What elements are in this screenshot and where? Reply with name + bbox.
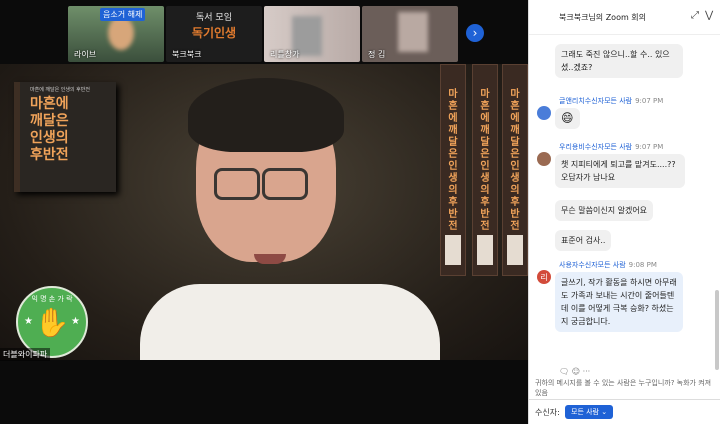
speaker-shirt [140, 284, 440, 360]
reaction-icons[interactable]: 🗨 ☺ ··· [559, 367, 590, 376]
zoom-video-area: 음소거 해제 라이브 독서 모임 독기인생 북크북크 리틀창가 정 김 › 마흔… [0, 0, 528, 424]
speaker-mouth [254, 254, 286, 264]
chat-message: 그래도 죽진 않으니..할 수.. 있으셨..겠죠? [555, 44, 683, 78]
next-page-button[interactable]: › [466, 24, 484, 42]
message-meta: 글앤리치수신자모든 사람 9:07 PM [559, 96, 663, 106]
book-spine-text: 마흔에 깨달은 인생의 후반전 [448, 89, 458, 232]
unmute-badge[interactable]: 음소거 해제 [100, 8, 146, 21]
recipient-select[interactable]: 모든 사람 ⌄ [565, 405, 614, 419]
message-time: 9:08 PM [628, 261, 657, 269]
to-label: 수신자 [584, 97, 605, 105]
audience-link[interactable]: 모든 사람 [604, 97, 632, 105]
sender-name: 글앤리치 [559, 97, 585, 105]
recipient-label: 수신자: [535, 408, 560, 417]
book-spine: 마흔에 깨달은 인생의 후반전 [440, 64, 466, 276]
message-meta: 사용자수신자모든 사람 9:08 PM [559, 260, 657, 270]
visibility-notice: 귀하의 메시지를 볼 수 있는 사람은 누구입니까? 녹화가 켜져 있음 [535, 379, 712, 397]
sender-name: 우리용비 [559, 143, 585, 151]
avatar: 리 [537, 270, 551, 284]
audience-link[interactable]: 모든 사람 [604, 143, 632, 151]
thumbnail-strip: 음소거 해제 라이브 독서 모임 독기인생 북크북크 리틀창가 정 김 [68, 6, 460, 62]
thumbnail-name: 정 김 [368, 50, 386, 59]
thumbnail-name: 리틀창가 [270, 50, 300, 59]
chat-message: 표준어 검사.. [555, 230, 612, 251]
star-icon: ★ [71, 316, 80, 327]
chat-message: 글쓰기, 작가 활동을 하시면 아무래도 가족과 보내는 시간이 줄어들텐데 이… [555, 272, 683, 332]
thumbnail-2[interactable]: 독서 모임 독기인생 북크북크 [166, 6, 262, 62]
thumbnail-text-2: 독기인생 [191, 26, 237, 40]
glasses-left [214, 168, 260, 200]
book-title-line: 후반전 [30, 147, 69, 163]
book-spine-text: 마흔에 깨달은 인생의 후반전 [510, 89, 520, 232]
chat-messages: 그래도 죽진 않으니..할 수.. 있으셨..겠죠? 글앤리치수신자모든 사람 9… [529, 34, 720, 370]
book-spine-text: 마흔에 깨달은 인생의 후반전 [480, 89, 490, 232]
book-title: 마흔에 깨달은 인생의 후반전 [30, 96, 112, 164]
glasses-right [262, 168, 308, 200]
speaker-name-label: 더블와이파파 [0, 348, 51, 361]
star-icon: ★ [24, 316, 33, 327]
to-label: 수신자 [584, 143, 605, 151]
book-spine: 마흔에 깨달은 인생의 후반전 [502, 64, 528, 276]
thumbnail-name: 북크북크 [172, 50, 202, 59]
chat-message: 무슨 말씀이신지 알겠어요 [555, 200, 654, 221]
chat-message: 챗 지피티에게 퇴고를 맡겨도....?? 오답자가 남나요 [555, 154, 685, 188]
chat-title: 북크북크님의 Zoom 회의 [559, 13, 647, 22]
message-meta: 우리용비수신자모든 사람 9:07 PM [559, 142, 663, 152]
chat-panel: 북크북크님의 Zoom 회의 ⤢ ⋁ 그래도 죽진 않으니..할 수.. 있으셨… [528, 0, 720, 424]
sender-name: 사용자 [559, 261, 579, 269]
book-spine: 마흔에 깨달은 인생의 후반전 [472, 64, 498, 276]
collapse-icon[interactable]: ⋁ [705, 10, 713, 21]
divider [529, 399, 720, 400]
thumbnail-1[interactable]: 음소거 해제 라이브 [68, 6, 164, 62]
book-title-line: 인생의 [30, 130, 69, 146]
thumbnail-name: 라이브 [74, 50, 97, 59]
speaker-hair [188, 78, 344, 152]
chat-message: 😄 [555, 108, 580, 129]
chat-scrollbar[interactable] [715, 290, 719, 370]
to-label: 수신자 [578, 261, 598, 269]
book-small-text: 마흔에 깨달은 인생의 후반전 [30, 87, 90, 93]
avatar [537, 152, 551, 166]
hand-icon: ✋ [34, 305, 70, 339]
book-cover: 마흔에 깨달은 인생의 후반전 마흔에 깨달은 인생의 후반전 [14, 82, 116, 192]
thumbnail-3[interactable]: 리틀창가 [264, 6, 360, 62]
message-time: 9:07 PM [635, 143, 664, 151]
speaker-video: 마흔에 깨달은 인생의 후반전 마흔에 깨달은 인생의 후반전 마흔에 깨달은 … [0, 64, 528, 360]
book-title-line: 마흔에 [30, 96, 69, 112]
chat-header: 북크북크님의 Zoom 회의 ⤢ ⋁ [529, 0, 720, 35]
popout-icon[interactable]: ⤢ [691, 10, 699, 21]
message-time: 9:07 PM [635, 97, 664, 105]
audience-link[interactable]: 모든 사람 [598, 261, 626, 269]
badge-text: 익 명 손 가 락 [31, 295, 73, 303]
book-title-line: 깨달은 [30, 113, 69, 129]
thumbnail-text-1: 독서 모임 [196, 13, 232, 23]
thumbnail-4[interactable]: 정 김 [362, 6, 458, 62]
avatar [537, 106, 551, 120]
